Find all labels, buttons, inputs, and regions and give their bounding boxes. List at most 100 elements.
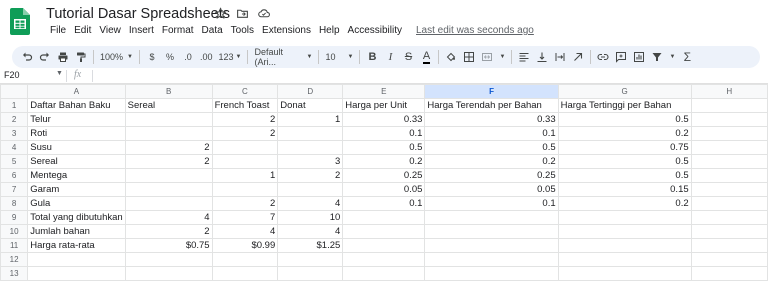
- cell-e11[interactable]: [342, 238, 426, 253]
- cell-h8[interactable]: [690, 196, 768, 211]
- cell-d1[interactable]: Donat: [277, 98, 344, 113]
- cell-c3[interactable]: 2: [211, 126, 279, 141]
- cell-d3[interactable]: [277, 126, 344, 141]
- cell-e2[interactable]: 0.33: [342, 112, 426, 127]
- cell-h11[interactable]: [690, 238, 768, 253]
- cell-b3[interactable]: [124, 126, 213, 141]
- cell-a8[interactable]: Gula: [27, 196, 126, 211]
- cell-g8[interactable]: 0.2: [557, 196, 692, 211]
- sheets-logo-icon[interactable]: [10, 8, 30, 35]
- cell-g6[interactable]: 0.5: [557, 168, 692, 183]
- cell-h13[interactable]: [690, 266, 768, 281]
- cell-c8[interactable]: 2: [211, 196, 279, 211]
- cell-c12[interactable]: [211, 252, 279, 267]
- cell-b11[interactable]: $0.75: [124, 238, 213, 253]
- cell-c2[interactable]: 2: [211, 112, 279, 127]
- menu-extensions[interactable]: Extensions: [258, 25, 315, 36]
- cell-g1[interactable]: Harga Tertinggi per Bahan: [557, 98, 692, 113]
- cell-c5[interactable]: [211, 154, 279, 169]
- cell-e1[interactable]: Harga per Unit: [342, 98, 426, 113]
- cell-a12[interactable]: [27, 252, 126, 267]
- chevron-down-icon[interactable]: ▼: [666, 48, 678, 66]
- cell-f13[interactable]: [424, 266, 559, 281]
- increase-decimal-button[interactable]: .00: [197, 48, 216, 66]
- cell-f7[interactable]: 0.05: [424, 182, 559, 197]
- menu-tools[interactable]: Tools: [227, 25, 258, 36]
- menu-data[interactable]: Data: [198, 25, 227, 36]
- cell-b2[interactable]: [124, 112, 213, 127]
- cell-a1[interactable]: Daftar Bahan Baku: [27, 98, 126, 113]
- cell-e6[interactable]: 0.25: [342, 168, 426, 183]
- filter-icon[interactable]: [648, 48, 666, 66]
- row-header[interactable]: 7: [0, 182, 29, 197]
- cell-b13[interactable]: [124, 266, 213, 281]
- functions-icon[interactable]: Σ: [678, 48, 696, 66]
- cell-e8[interactable]: 0.1: [342, 196, 426, 211]
- paint-format-icon[interactable]: [72, 48, 90, 66]
- cell-e12[interactable]: [342, 252, 426, 267]
- cell-e5[interactable]: 0.2: [342, 154, 426, 169]
- cell-b1[interactable]: Sereal: [124, 98, 213, 113]
- text-rotation-icon[interactable]: [569, 48, 587, 66]
- row-header[interactable]: 11: [0, 238, 29, 253]
- borders-icon[interactable]: [460, 48, 478, 66]
- last-edit-link[interactable]: Last edit was seconds ago: [412, 25, 538, 36]
- cell-d7[interactable]: [277, 182, 344, 197]
- cell-b5[interactable]: 2: [124, 154, 213, 169]
- cell-f2[interactable]: 0.33: [424, 112, 559, 127]
- cell-c6[interactable]: 1: [211, 168, 279, 183]
- row-header[interactable]: 6: [0, 168, 29, 183]
- undo-icon[interactable]: [18, 48, 36, 66]
- cell-a11[interactable]: Harga rata-rata: [27, 238, 126, 253]
- cell-a6[interactable]: Mentega: [27, 168, 126, 183]
- column-header-f[interactable]: F: [424, 84, 559, 99]
- cell-h3[interactable]: [690, 126, 768, 141]
- move-folder-icon[interactable]: [234, 5, 250, 21]
- cell-d5[interactable]: 3: [277, 154, 344, 169]
- cell-a13[interactable]: [27, 266, 126, 281]
- cell-g9[interactable]: [557, 210, 692, 225]
- cell-h12[interactable]: [690, 252, 768, 267]
- column-header-e[interactable]: E: [342, 84, 426, 99]
- column-header-g[interactable]: G: [557, 84, 692, 99]
- cell-e7[interactable]: 0.05: [342, 182, 426, 197]
- cell-a5[interactable]: Sereal: [27, 154, 126, 169]
- cell-g11[interactable]: [557, 238, 692, 253]
- cell-d10[interactable]: 4: [277, 224, 344, 239]
- cell-f4[interactable]: 0.5: [424, 140, 559, 155]
- menu-insert[interactable]: Insert: [125, 25, 158, 36]
- cell-d12[interactable]: [277, 252, 344, 267]
- cell-h7[interactable]: [690, 182, 768, 197]
- column-header-b[interactable]: B: [124, 84, 213, 99]
- menu-view[interactable]: View: [95, 25, 125, 36]
- cell-d9[interactable]: 10: [277, 210, 344, 225]
- decrease-decimal-button[interactable]: .0: [179, 48, 197, 66]
- cell-e4[interactable]: 0.5: [342, 140, 426, 155]
- insert-chart-icon[interactable]: [630, 48, 648, 66]
- column-header-h[interactable]: H: [690, 84, 768, 99]
- merge-cells-icon[interactable]: [478, 48, 496, 66]
- document-title[interactable]: Tutorial Dasar Spreadsheets: [46, 6, 230, 22]
- cell-c4[interactable]: [211, 140, 279, 155]
- cell-d8[interactable]: 4: [277, 196, 344, 211]
- cell-h6[interactable]: [690, 168, 768, 183]
- cell-f11[interactable]: [424, 238, 559, 253]
- cell-h1[interactable]: [690, 98, 768, 113]
- chevron-down-icon[interactable]: ▼: [496, 48, 508, 66]
- row-header[interactable]: 10: [0, 224, 29, 239]
- row-header[interactable]: 8: [0, 196, 29, 211]
- cell-c1[interactable]: French Toast: [211, 98, 279, 113]
- row-header[interactable]: 2: [0, 112, 29, 127]
- italic-button[interactable]: I: [381, 48, 399, 66]
- row-header[interactable]: 3: [0, 126, 29, 141]
- menu-format[interactable]: Format: [158, 25, 198, 36]
- cell-h4[interactable]: [690, 140, 768, 155]
- menu-help[interactable]: Help: [315, 25, 344, 36]
- star-icon[interactable]: [212, 5, 228, 21]
- insert-link-icon[interactable]: [594, 48, 612, 66]
- cell-d4[interactable]: [277, 140, 344, 155]
- cell-f9[interactable]: [424, 210, 559, 225]
- cell-g4[interactable]: 0.75: [557, 140, 692, 155]
- cloud-status-icon[interactable]: [256, 5, 272, 21]
- cell-c11[interactable]: $0.99: [211, 238, 279, 253]
